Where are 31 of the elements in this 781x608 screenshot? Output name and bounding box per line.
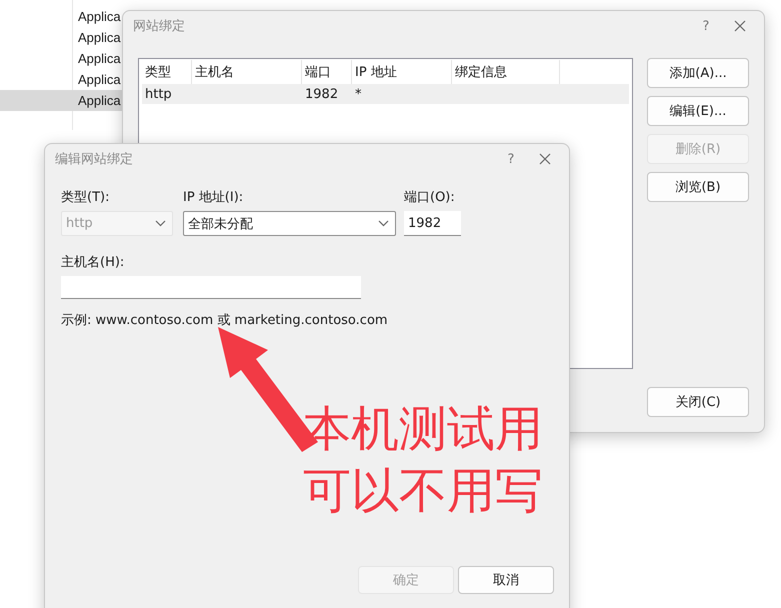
table-cell-text: * xyxy=(354,86,362,104)
help-button[interactable]: ? xyxy=(501,152,521,166)
field-label: 主机名(H): xyxy=(61,256,126,270)
window-title: 网站绑定 xyxy=(133,18,186,35)
port-field[interactable]: 1982 xyxy=(404,211,461,236)
list-row[interactable]: Applica xyxy=(0,90,122,111)
help-button[interactable]: ? xyxy=(696,18,716,34)
list-row[interactable]: Applica xyxy=(0,27,122,48)
ip-address-dropdown[interactable]: 全部未分配 xyxy=(183,211,396,236)
binding-row[interactable]: http 1982 * xyxy=(142,84,629,104)
chevron-icon xyxy=(155,220,166,227)
close-icon[interactable] xyxy=(539,153,551,165)
table-cell-text: 1982 xyxy=(304,86,340,104)
field-label: 类型(T): xyxy=(61,191,110,205)
list-row[interactable]: Applica xyxy=(0,6,122,27)
dialog-button[interactable]: 浏览(B) xyxy=(647,172,749,202)
list-row[interactable]: Applica xyxy=(0,69,122,90)
dialog-button[interactable]: 编辑(E)... xyxy=(647,96,749,126)
list-row[interactable]: Applica xyxy=(0,48,122,69)
example-text: 示例: www.contoso.com 或 marketing.contoso.com xyxy=(61,312,389,329)
close-icon[interactable] xyxy=(734,20,746,32)
dialog-button[interactable]: 关闭(C) xyxy=(647,387,749,417)
dialog-button[interactable]: 取消 xyxy=(458,566,554,594)
annotation-text: 可以不用写 xyxy=(303,462,543,520)
field-label: 端口(O): xyxy=(404,191,456,205)
chevron-icon xyxy=(378,220,389,227)
host-name-field[interactable] xyxy=(61,276,361,299)
dialog-button[interactable]: 添加(A)... xyxy=(647,58,749,88)
field-label: IP 地址(I): xyxy=(183,191,244,205)
table-cell-text: http xyxy=(144,86,173,104)
window-title: 编辑网站绑定 xyxy=(55,151,134,168)
